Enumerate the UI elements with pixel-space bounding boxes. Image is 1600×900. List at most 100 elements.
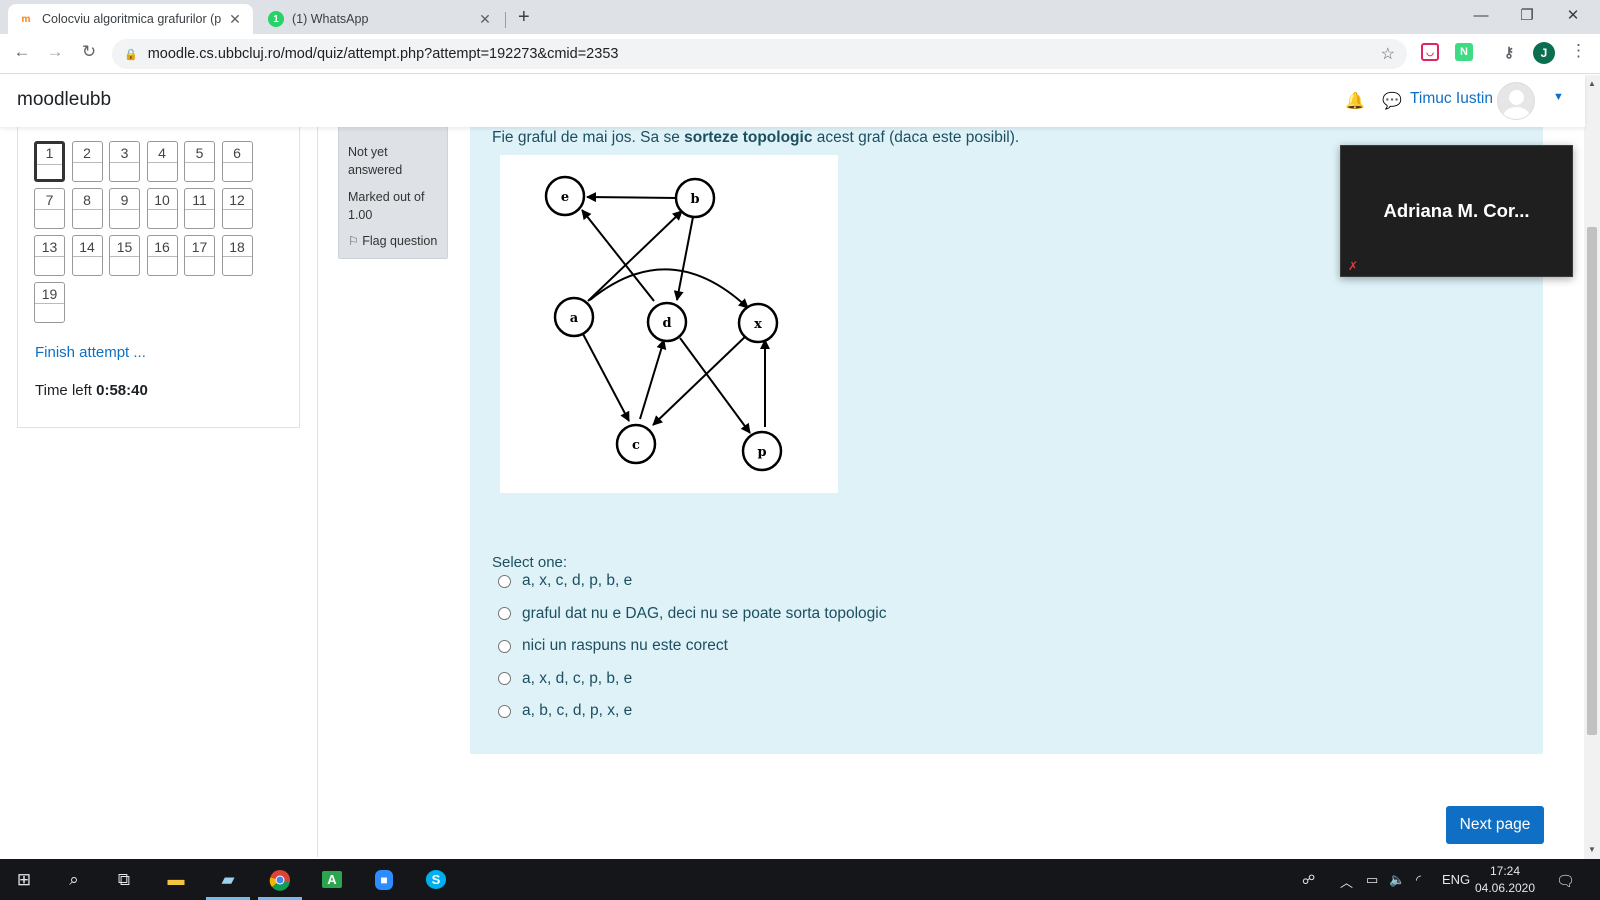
radio-button[interactable]: [498, 607, 511, 620]
avatar[interactable]: [1497, 82, 1535, 120]
close-tab-icon[interactable]: ✕: [227, 11, 243, 28]
people-icon[interactable]: ☍: [1302, 872, 1315, 888]
edge-b-e: [586, 192, 678, 203]
site-brand[interactable]: moodleubb: [17, 89, 111, 111]
chrome-logo: [269, 869, 290, 891]
wifi-icon[interactable]: ◜: [1416, 872, 1421, 888]
messages-icon[interactable]: 💬: [1382, 91, 1402, 111]
bookmark-star-icon[interactable]: ☆: [1381, 44, 1395, 64]
question-nav-button[interactable]: 18: [221, 235, 253, 276]
question-nav-button[interactable]: 3: [109, 141, 140, 182]
question-nav-button[interactable]: 15: [109, 235, 140, 276]
question-nav-button[interactable]: 13: [34, 235, 65, 276]
zoom-icon[interactable]: ■: [360, 859, 408, 900]
edge-a-b: [587, 210, 683, 302]
question-nav-button[interactable]: 2: [71, 141, 103, 182]
flag-icon: ⚐: [348, 234, 359, 248]
menu-icon[interactable]: ⋮: [1570, 41, 1587, 61]
site-header: moodleubb 🔔 💬 Timuc Iustin ▼: [0, 75, 1585, 127]
notifications-bell-icon[interactable]: 🔔: [1345, 91, 1365, 111]
graph-node-label: a: [570, 311, 579, 326]
minimize-button[interactable]: —: [1458, 2, 1504, 30]
flag-question-button[interactable]: ⚐ Flag question: [348, 234, 437, 248]
question-nav-button[interactable]: 7: [34, 188, 65, 229]
app-a-glyph: A: [322, 871, 342, 888]
question-state: Not yet answered: [348, 145, 403, 177]
back-icon[interactable]: ←: [10, 42, 34, 62]
answer-option[interactable]: graful dat nu e DAG, deci nu se poate so…: [498, 605, 886, 623]
system-clock[interactable]: 17:24 04.06.2020: [1465, 863, 1545, 897]
graph-svg: e b a d x c p: [544, 175, 783, 472]
question-nav-button[interactable]: 5: [184, 141, 215, 182]
question-nav-button[interactable]: 9: [109, 188, 140, 229]
scroll-down-icon[interactable]: ▼: [1584, 845, 1600, 854]
radio-button[interactable]: [498, 704, 511, 718]
app-a-icon[interactable]: A: [308, 859, 356, 900]
n-extension-icon[interactable]: N: [1455, 43, 1473, 61]
browser-tab-strip: m Colocviu algoritmica grafurilor (p ✕ 1…: [0, 0, 1600, 34]
clock-time: 17:24: [1489, 864, 1521, 878]
answer-option[interactable]: a, x, d, c, p, b, e: [498, 670, 632, 688]
radio-button[interactable]: [498, 574, 511, 588]
question-nav-button[interactable]: 17: [184, 235, 215, 276]
question-nav-button[interactable]: 1: [34, 141, 65, 182]
tab-title: (1) WhatsApp: [292, 12, 369, 26]
volume-icon[interactable]: 🔈: [1389, 872, 1405, 888]
question-nav-button[interactable]: 6: [221, 141, 253, 182]
page-scrollbar[interactable]: ▲ ▼: [1584, 75, 1600, 859]
question-nav-button[interactable]: 19: [34, 282, 65, 323]
skype-icon[interactable]: S: [412, 859, 460, 900]
question-nav-button[interactable]: 8: [71, 188, 103, 229]
question-nav-button[interactable]: 11: [184, 188, 215, 229]
question-text-start: Fie graful de mai jos. Sa se: [492, 129, 685, 146]
scroll-up-icon[interactable]: ▲: [1584, 79, 1600, 88]
time-left-value: 0:58:40: [96, 382, 148, 399]
action-center-icon[interactable]: 🗨: [1556, 872, 1575, 890]
radio-button[interactable]: [498, 672, 511, 685]
battery-icon[interactable]: ▭: [1366, 872, 1378, 888]
address-bar[interactable]: 🔒 moodle.cs.ubbcluj.ro/mod/quiz/attempt.…: [112, 39, 1407, 69]
windows-start-icon[interactable]: ⊞: [0, 859, 48, 900]
finish-attempt-link[interactable]: Finish attempt ...: [35, 344, 146, 361]
chrome-icon[interactable]: [256, 859, 304, 900]
answer-option[interactable]: a, x, c, d, p, b, e: [498, 572, 632, 590]
url-text: moodle.cs.ubbcluj.ro/mod/quiz/attempt.ph…: [147, 46, 619, 62]
scrollbar-thumb[interactable]: [1587, 227, 1597, 735]
notes-app-icon[interactable]: ▰: [204, 859, 252, 900]
muted-mic-icon: ✗: [1348, 259, 1359, 273]
forward-icon[interactable]: →: [43, 42, 67, 62]
question-nav-button[interactable]: 14: [71, 235, 103, 276]
graph-node-label: x: [754, 317, 762, 332]
video-tile[interactable]: Adriana M. Cor... ✗: [1340, 145, 1573, 277]
reload-icon[interactable]: ↻: [77, 42, 101, 62]
next-page-button[interactable]: Next page: [1446, 806, 1544, 844]
user-name[interactable]: Timuc Iustin: [1410, 90, 1493, 108]
new-tab-button[interactable]: +: [518, 6, 530, 29]
time-left: Time left 0:58:40: [35, 382, 148, 399]
answer-option[interactable]: nici un raspuns nu este corect: [498, 637, 728, 655]
restore-button[interactable]: ❐: [1504, 2, 1550, 30]
answer-label: a, x, d, c, p, b, e: [522, 669, 633, 687]
graph-node-label: p: [757, 445, 766, 460]
question-nav-button[interactable]: 16: [146, 235, 178, 276]
profile-avatar[interactable]: J: [1533, 42, 1555, 64]
close-window-button[interactable]: ✕: [1550, 2, 1596, 30]
moodle-icon: m: [21, 13, 31, 25]
close-tab-icon[interactable]: ✕: [477, 11, 493, 28]
task-view-icon[interactable]: ⧉: [100, 859, 148, 900]
question-nav-button[interactable]: 10: [146, 188, 178, 229]
chevron-up-icon[interactable]: ︿: [1340, 872, 1353, 891]
search-icon[interactable]: ⌕: [50, 859, 98, 900]
radio-button[interactable]: [498, 639, 511, 653]
answer-option[interactable]: a, b, c, d, p, x, e: [498, 702, 632, 720]
pocket-extension-icon[interactable]: ◡: [1421, 43, 1439, 61]
question-nav-button[interactable]: 4: [146, 141, 178, 182]
key-icon[interactable]: ⚷: [1500, 43, 1518, 61]
question-info: Not yet answered Marked out of 1.00 ⚐ Fl…: [338, 120, 448, 259]
answer-label: a, x, c, d, p, b, e: [522, 572, 633, 589]
tab-whatsapp[interactable]: 1 (1) WhatsApp ✕: [258, 4, 503, 34]
tab-moodle[interactable]: m Colocviu algoritmica grafurilor (p ✕: [8, 4, 253, 34]
question-nav-button[interactable]: 12: [221, 188, 253, 229]
file-explorer-icon[interactable]: ▬: [152, 859, 200, 900]
chevron-down-icon[interactable]: ▼: [1553, 91, 1564, 103]
